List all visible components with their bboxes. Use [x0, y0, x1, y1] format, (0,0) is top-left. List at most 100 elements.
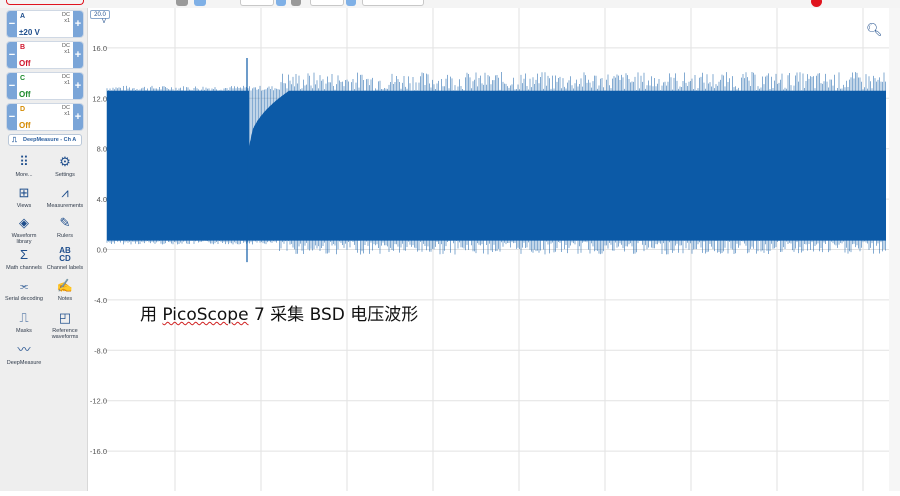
channel-a-coupling: DC x1: [62, 12, 70, 24]
toolbar-button-blue-3[interactable]: [346, 0, 356, 6]
channel-a-minus-button[interactable]: −: [7, 11, 17, 37]
y-tick-label: -12.0: [90, 397, 107, 406]
channel-d-minus-button[interactable]: −: [7, 104, 17, 130]
channel-b-minus-button[interactable]: −: [7, 42, 17, 68]
tool-masks-label: Masks: [16, 328, 32, 334]
caption-suffix: 7 采集 BSD 电压波形: [248, 305, 419, 325]
y-tick-label: 0.0: [97, 246, 107, 255]
tool-deepmeasure[interactable]: 〰 DeepMeasure: [4, 342, 44, 366]
channel-b-plus-button[interactable]: +: [73, 42, 83, 68]
deepmeasure-icon: 〰: [17, 342, 31, 357]
rulers-icon: ✎: [59, 215, 71, 230]
channel-d-range: Off: [19, 121, 31, 130]
range-label[interactable]: 20.0: [90, 10, 110, 19]
tool-rulers-label: Rulers: [57, 233, 73, 239]
tool-notes[interactable]: ✍ Notes: [45, 278, 85, 302]
channel-a-range: ±20 V: [19, 28, 40, 37]
tool-math-channels[interactable]: Σ Math channels: [4, 247, 44, 271]
tool-rulers[interactable]: ✎ Rulers: [45, 215, 85, 239]
waveform-library-icon: ◈: [19, 215, 29, 230]
tool-settings-label: Settings: [55, 172, 75, 178]
channel-labels-icon: AB CD: [59, 246, 71, 263]
gear-icon: ⚙: [59, 154, 71, 169]
tool-reference-waveforms[interactable]: ◰ Reference waveforms: [45, 310, 85, 340]
deepmeasure-small-icon: ⎍: [12, 137, 17, 144]
caption-brand: PicoScope: [162, 305, 249, 325]
y-tick-label: -16.0: [90, 447, 107, 456]
sidebar: − A DC x1 ±20 V + − B DC x1 Off + − C DC x1…: [0, 8, 88, 491]
tool-reference-waveforms-label: Reference waveforms: [51, 328, 79, 340]
measurements-icon: ⩘: [61, 185, 69, 200]
channel-c-plus-button[interactable]: +: [73, 73, 83, 99]
masks-icon: ⎍: [19, 310, 29, 325]
unit-label: V: [102, 19, 107, 25]
tool-settings[interactable]: ⚙ Settings: [45, 154, 85, 178]
deepmeasure-channel-button[interactable]: ⎍ DeepMeasure - Ch A: [8, 134, 82, 146]
scope-plot-area[interactable]: 16.0 12.0 8.0 4.0 0.0 -4.0 -8.0 -12.0 -16.0: [89, 8, 889, 491]
channel-b-coupling: DC x1: [62, 43, 70, 55]
tool-waveform-library[interactable]: ◈ Waveform library: [4, 215, 44, 245]
y-tick-label: -8.0: [94, 346, 107, 355]
toolbar-field-1[interactable]: [240, 0, 274, 6]
waveform-svg: 16.0 12.0 8.0 4.0 0.0 -4.0 -8.0 -12.0 -16.0: [90, 8, 889, 491]
grid-icon: ⠿: [19, 154, 29, 169]
toolbar-button-blue-1[interactable]: [194, 0, 206, 6]
toolbar-field-3[interactable]: [362, 0, 424, 6]
channel-a-waveform: [106, 57, 886, 263]
plot-grid: [103, 8, 889, 491]
top-toolbar: [0, 0, 900, 8]
tool-notes-label: Notes: [57, 296, 73, 302]
toolbar-button-gray-2[interactable]: [291, 0, 301, 6]
channel-c-name: C: [20, 75, 26, 82]
y-tick-label: -4.0: [94, 296, 107, 305]
toolbar-button-gray-1[interactable]: [176, 0, 188, 6]
tool-more[interactable]: ⠿ More...: [4, 154, 44, 178]
y-axis-ticks: 16.0 12.0 8.0 4.0 0.0 -4.0 -8.0 -12.0 -16.0: [90, 44, 107, 456]
stop-button[interactable]: [811, 0, 822, 7]
views-icon: ⊞: [18, 185, 30, 200]
channel-d-coupling: DC x1: [62, 105, 70, 117]
channel-b-range: Off: [19, 59, 31, 68]
channel-d-panel[interactable]: − D DC x1 Off +: [6, 103, 84, 131]
deepmeasure-channel-label: DeepMeasure - Ch A: [23, 137, 77, 143]
channel-a-tab-outline[interactable]: [6, 0, 84, 5]
serial-decoding-icon: ⫘: [19, 281, 29, 291]
channel-a-name: A: [20, 13, 26, 20]
channel-b-name: B: [20, 44, 26, 51]
channel-c-panel[interactable]: − C DC x1 Off +: [6, 72, 84, 100]
channel-c-minus-button[interactable]: −: [7, 73, 17, 99]
tool-views[interactable]: ⊞ Views: [4, 185, 44, 209]
caption-text: 用 PicoScope 7 采集 BSD 电压波形: [140, 300, 418, 325]
channel-a-panel[interactable]: − A DC x1 ±20 V +: [6, 10, 84, 38]
tool-more-label: More...: [15, 172, 33, 178]
toolbar-button-blue-2[interactable]: [276, 0, 286, 6]
channel-d-plus-button[interactable]: +: [73, 104, 83, 130]
sigma-icon: Σ: [19, 247, 29, 262]
channel-c-range: Off: [19, 90, 31, 99]
tool-measurements-label: Measurements: [46, 203, 84, 209]
tool-channel-labels-label: Channel labels: [46, 265, 84, 271]
right-scrollbar[interactable]: [889, 8, 900, 491]
tool-serial-decoding[interactable]: ⫘ Serial decoding: [4, 278, 44, 302]
tool-channel-labels[interactable]: AB CD Channel labels: [45, 246, 85, 272]
zoom-icon[interactable]: 🔍︎: [866, 22, 883, 38]
channel-d-name: D: [20, 106, 26, 113]
tool-measurements[interactable]: ⩘ Measurements: [45, 185, 85, 209]
channel-b-panel[interactable]: − B DC x1 Off +: [6, 41, 84, 69]
tool-deepmeasure-label: DeepMeasure: [6, 360, 42, 366]
y-tick-label: 16.0: [92, 44, 107, 53]
tool-math-channels-label: Math channels: [6, 265, 42, 271]
y-tick-label: 8.0: [97, 145, 107, 154]
tool-waveform-library-label: Waveform library: [11, 233, 37, 245]
channel-a-plus-button[interactable]: +: [73, 11, 83, 37]
y-tick-label: 12.0: [92, 94, 107, 103]
y-tick-label: 4.0: [97, 195, 107, 204]
tool-serial-decoding-label: Serial decoding: [5, 296, 43, 302]
notes-icon: ✍: [56, 278, 74, 293]
toolbar-field-2[interactable]: [310, 0, 344, 6]
tool-views-label: Views: [16, 203, 32, 209]
reference-waveforms-icon: ◰: [58, 310, 72, 325]
caption-prefix: 用: [140, 305, 163, 325]
tool-masks[interactable]: ⎍ Masks: [4, 310, 44, 334]
channel-c-coupling: DC x1: [62, 74, 70, 86]
